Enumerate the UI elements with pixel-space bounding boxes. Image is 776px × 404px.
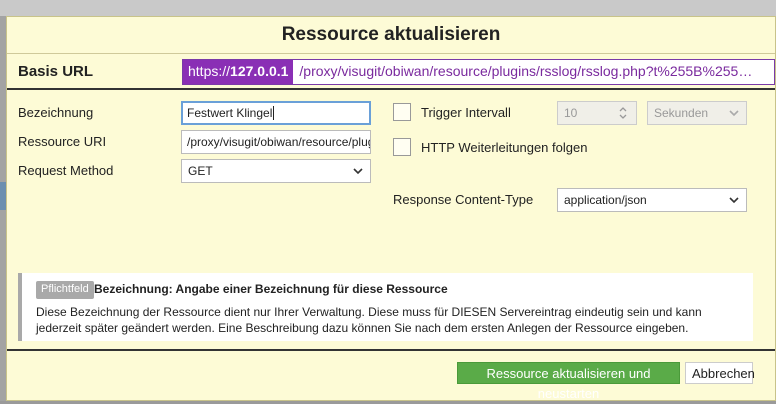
name-label: Bezeichnung — [18, 105, 94, 120]
base-url-path: /proxy/visugit/obiwan/resource/plugins/r… — [299, 63, 753, 79]
follow-redirects-label: HTTP Weiterleitungen folgen — [421, 140, 588, 155]
follow-redirects-checkbox[interactable] — [393, 138, 411, 156]
base-url-value: https://127.0.0.1/proxy/visugit/obiwan/r… — [182, 59, 775, 85]
uri-label: Ressource URI — [18, 134, 107, 149]
chevron-down-icon — [729, 197, 739, 204]
base-url-host: 127.0.0.1 — [230, 63, 289, 79]
base-url-protocol: https:// — [188, 63, 231, 79]
field-help-box: Pflichtfeld Bezeichnung: Angabe einer Be… — [18, 273, 753, 341]
trigger-interval-value: 10 — [564, 106, 578, 120]
method-select[interactable]: GET — [181, 159, 371, 183]
chevron-down-icon — [729, 110, 739, 117]
content-type-select[interactable]: application/json — [557, 188, 747, 212]
content-type-label: Response Content-Type — [393, 192, 534, 207]
name-input[interactable]: Festwert Klingel — [181, 101, 371, 125]
method-select-value: GET — [188, 164, 213, 178]
trigger-unit-value: Sekunden — [654, 106, 709, 120]
method-label: Request Method — [18, 163, 114, 178]
trigger-interval-checkbox[interactable] — [393, 103, 411, 121]
base-url-row: Basis URL https://127.0.0.1/proxy/visugi… — [7, 54, 775, 90]
dialog-footer: Ressource aktualisieren und neustarten A… — [7, 349, 775, 403]
help-title: Bezeichnung: Angabe einer Bezeichnung fü… — [94, 282, 448, 296]
resource-update-dialog: Ressource aktualisieren Basis URL https:… — [6, 16, 776, 401]
help-text: Diese Bezeichnung der Ressource dient nu… — [36, 305, 702, 335]
base-url-host-badge: https://127.0.0.1 — [183, 60, 294, 84]
content-type-value: application/json — [564, 193, 647, 207]
trigger-interval-input[interactable]: 10 — [557, 101, 637, 125]
update-and-restart-button[interactable]: Ressource aktualisieren und neustarten — [457, 362, 680, 401]
dialog-title: Ressource aktualisieren — [7, 17, 775, 54]
uri-input[interactable]: /proxy/visugit/obiwan/resource/plugins — [181, 130, 371, 154]
chevron-down-icon — [353, 168, 363, 175]
base-url-label: Basis URL — [18, 63, 94, 80]
spinner-arrows-icon[interactable] — [618, 105, 628, 121]
trigger-interval-label: Trigger Intervall — [421, 105, 511, 120]
text-cursor — [273, 106, 275, 120]
name-input-value: Festwert Klingel — [187, 106, 273, 120]
required-badge: Pflichtfeld — [36, 281, 94, 299]
cancel-button[interactable]: Abbrechen — [685, 362, 755, 384]
background-app-header — [0, 0, 776, 16]
trigger-unit-select[interactable]: Sekunden — [647, 101, 747, 125]
